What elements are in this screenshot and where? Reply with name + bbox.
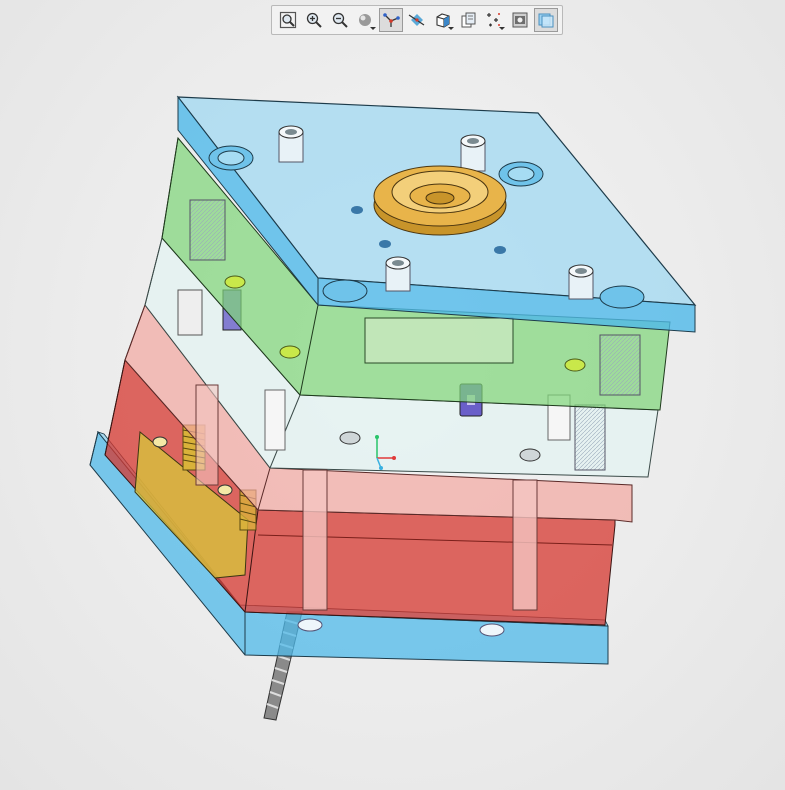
mold-assembly-model[interactable] [0,0,785,790]
locating-ring [373,165,507,236]
graphics-viewport[interactable] [0,0,785,790]
screw-icon [460,134,486,172]
screw-icon [385,256,411,292]
screw-icon [278,125,304,163]
screw-icon [568,264,594,300]
